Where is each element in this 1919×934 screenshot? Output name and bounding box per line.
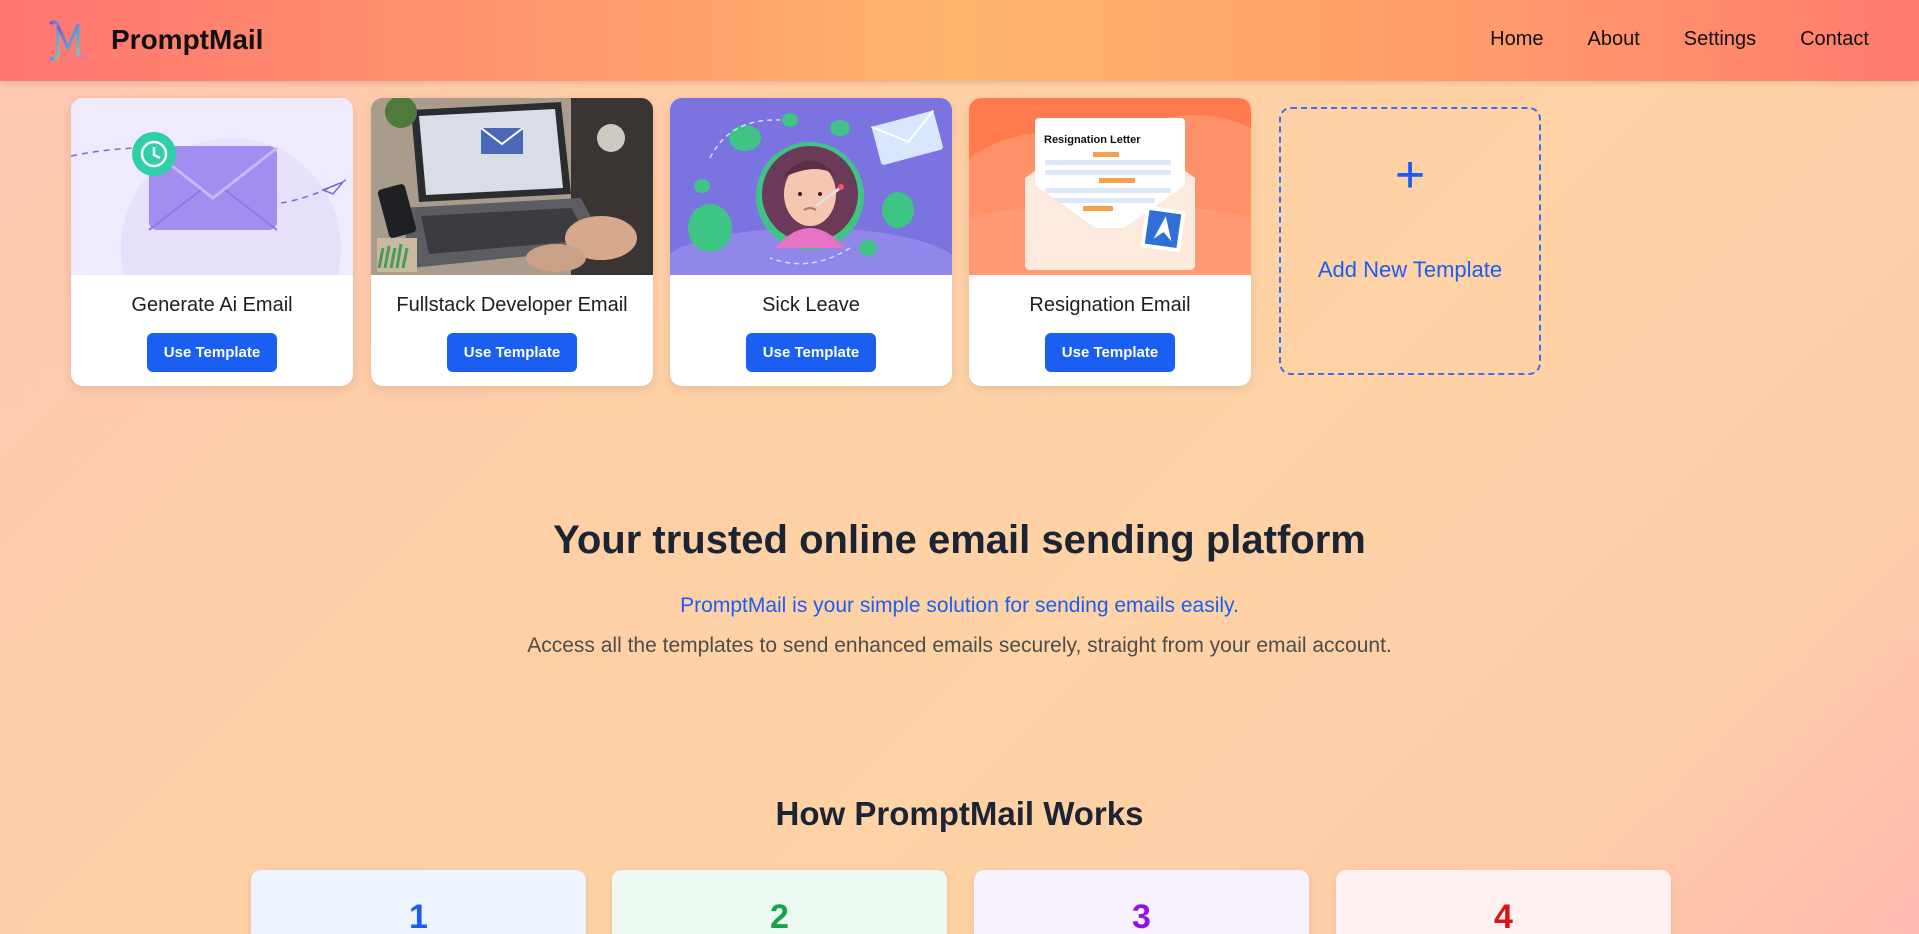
add-new-template-label: Add New Template (1317, 257, 1503, 282)
brand-name[interactable]: PromptMail (111, 24, 263, 56)
sick-person-illustration (670, 98, 952, 275)
top-navbar: PromptMail Home About Settings Contact (0, 0, 1919, 81)
template-card-resignation-email: Resignation Letter Resignation Email Use… (969, 98, 1251, 386)
laptop-email-photo (371, 98, 653, 275)
resignation-letter-illustration: Resignation Letter (969, 98, 1251, 275)
template-title: Fullstack Developer Email (396, 294, 628, 316)
use-template-button[interactable]: Use Template (746, 333, 876, 372)
step-number: 1 (409, 898, 428, 934)
use-template-button[interactable]: Use Template (1045, 333, 1175, 372)
step-card-1: 1 (251, 870, 586, 934)
step-number: 2 (770, 898, 789, 934)
use-template-button[interactable]: Use Template (447, 333, 577, 372)
hero-title: Your trusted online email sending platfo… (553, 518, 1366, 562)
how-it-works-title: How PromptMail Works (775, 795, 1144, 832)
main-nav: Home About Settings Contact (1490, 28, 1869, 51)
template-title: Sick Leave (762, 294, 860, 316)
step-number: 4 (1494, 898, 1513, 934)
template-title: Resignation Email (1029, 294, 1191, 316)
hero-subtitle: PromptMail is your simple solution for s… (680, 594, 1239, 617)
nav-about[interactable]: About (1588, 28, 1640, 51)
nav-contact[interactable]: Contact (1800, 28, 1869, 51)
step-card-3: 3 (974, 870, 1309, 934)
resignation-letter-text: Resignation Letter (1044, 134, 1141, 146)
plus-icon: + (1394, 146, 1426, 204)
envelope-clock-illustration (71, 98, 353, 275)
nav-settings[interactable]: Settings (1684, 28, 1756, 51)
use-template-button[interactable]: Use Template (147, 333, 277, 372)
step-card-2: 2 (612, 870, 947, 934)
promptmail-logo-icon[interactable] (44, 14, 92, 66)
nav-home[interactable]: Home (1490, 28, 1543, 51)
step-number: 3 (1132, 898, 1151, 934)
hero-description: Access all the templates to send enhance… (527, 634, 1392, 657)
template-title: Generate Ai Email (131, 294, 293, 316)
template-card-fullstack-developer-email: Fullstack Developer Email Use Template (371, 98, 653, 386)
step-card-4: 4 (1336, 870, 1671, 934)
template-card-sick-leave: Sick Leave Use Template (670, 98, 952, 386)
template-card-generate-ai-email: Generate Ai Email Use Template (71, 98, 353, 386)
add-new-template-card[interactable]: + Add New Template (1279, 107, 1541, 375)
